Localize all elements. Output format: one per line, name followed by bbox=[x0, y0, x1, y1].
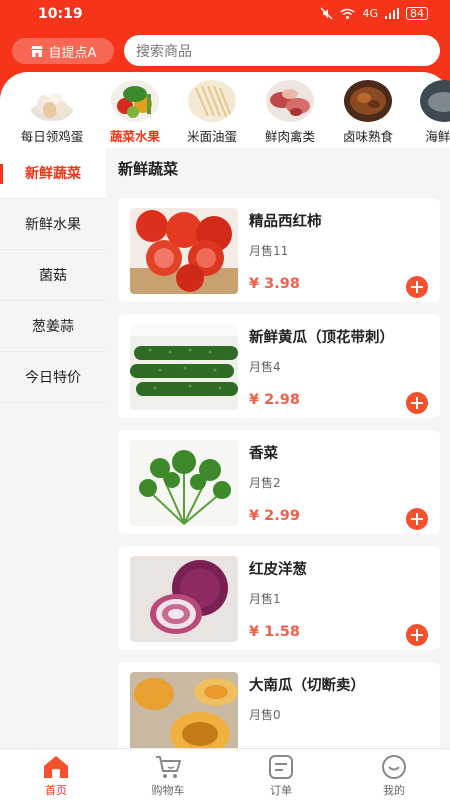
search-input[interactable]: 搜索商品 bbox=[124, 35, 440, 66]
category-item-noodles[interactable]: 米面油蛋 bbox=[172, 80, 252, 144]
category-item-seafood[interactable]: 海鲜水 bbox=[404, 80, 450, 144]
sidebar-item-daily-specials[interactable]: 今日特价 bbox=[0, 352, 106, 403]
cucumber-image bbox=[130, 324, 238, 410]
cart-icon bbox=[156, 756, 181, 778]
vegetables-image bbox=[111, 80, 159, 122]
tab-cart[interactable]: 购物车 bbox=[128, 754, 208, 798]
eggs-image bbox=[28, 80, 76, 122]
plus-icon bbox=[411, 397, 423, 409]
product-card[interactable]: 新鲜黄瓜（顶花带刺） 月售4 ¥ 2.98 bbox=[118, 314, 440, 418]
category-label: 蔬菜水果 bbox=[109, 129, 160, 144]
category-item-braised[interactable]: 卤味熟食 bbox=[328, 80, 408, 144]
add-to-cart-button[interactable] bbox=[406, 276, 428, 298]
status-time: 10:19 bbox=[38, 6, 83, 22]
sidebar-item-mushrooms[interactable]: 菌菇 bbox=[0, 250, 106, 301]
category-item-eggs[interactable]: 每日领鸡蛋 bbox=[12, 80, 92, 144]
product-name: 红皮洋葱 bbox=[249, 562, 307, 578]
bottom-tab-bar: 首页 购物车 订单 我的 bbox=[0, 748, 450, 800]
pickup-point-button[interactable]: 自提点A bbox=[12, 38, 114, 64]
wifi-icon bbox=[341, 8, 355, 19]
add-to-cart-button[interactable] bbox=[406, 508, 428, 530]
coriander-image bbox=[130, 440, 238, 526]
product-sales: 月售4 bbox=[249, 360, 281, 374]
product-name: 大南瓜（切断卖） bbox=[249, 678, 365, 694]
home-icon bbox=[44, 756, 68, 778]
product-price: ¥ 2.99 bbox=[249, 508, 300, 524]
signal-icon bbox=[385, 8, 399, 19]
product-card[interactable]: 香菜 月售2 ¥ 2.99 bbox=[118, 430, 440, 534]
product-price: ¥ 3.98 bbox=[249, 276, 300, 292]
profile-icon bbox=[382, 755, 406, 779]
product-price: ¥ 1.58 bbox=[249, 624, 300, 640]
seafood-image bbox=[420, 80, 450, 122]
product-list: 新鲜蔬菜 精品西红柿 月售11 ¥ 3.98 新鲜黄瓜（顶花带刺） 月售4 ¥ … bbox=[106, 148, 450, 748]
tab-label: 订单 bbox=[270, 784, 292, 797]
status-bar: 10:19 4G 84 bbox=[0, 0, 450, 30]
category-label: 每日领鸡蛋 bbox=[20, 129, 84, 144]
order-icon bbox=[269, 755, 293, 779]
product-sales: 月售2 bbox=[249, 476, 281, 490]
product-card[interactable]: 精品西红柿 月售11 ¥ 3.98 bbox=[118, 198, 440, 302]
pumpkin-image bbox=[130, 672, 238, 748]
category-item-meat[interactable]: 鲜肉禽类 bbox=[250, 80, 330, 144]
store-icon bbox=[30, 45, 43, 57]
network-text: 4G bbox=[362, 7, 378, 20]
category-item-vegetables[interactable]: 蔬菜水果 bbox=[95, 80, 175, 144]
product-card[interactable]: 大南瓜（切断卖） 月售0 bbox=[118, 662, 440, 748]
sidebar: 新鲜蔬菜 新鲜水果 菌菇 葱姜蒜 今日特价 bbox=[0, 148, 106, 748]
product-sales: 月售0 bbox=[249, 708, 281, 722]
braised-image bbox=[344, 80, 392, 122]
sidebar-item-fresh-vegetables[interactable]: 新鲜蔬菜 bbox=[0, 148, 106, 199]
meat-image bbox=[266, 80, 314, 122]
sidebar-item-aromatics[interactable]: 葱姜蒜 bbox=[0, 301, 106, 352]
battery-icon: 84 bbox=[406, 7, 428, 20]
tab-label: 我的 bbox=[383, 784, 405, 797]
product-name: 精品西红柿 bbox=[249, 214, 322, 230]
onion-image bbox=[130, 556, 238, 642]
sidebar-item-fresh-fruit[interactable]: 新鲜水果 bbox=[0, 199, 106, 250]
plus-icon bbox=[411, 281, 423, 293]
product-name: 新鲜黄瓜（顶花带刺） bbox=[249, 330, 394, 346]
add-to-cart-button[interactable] bbox=[406, 624, 428, 646]
tab-home[interactable]: 首页 bbox=[16, 754, 96, 798]
pickup-point-label: 自提点A bbox=[48, 45, 97, 61]
product-sales: 月售11 bbox=[249, 244, 289, 258]
product-card[interactable]: 红皮洋葱 月售1 ¥ 1.58 bbox=[118, 546, 440, 650]
tab-profile[interactable]: 我的 bbox=[354, 754, 434, 798]
category-label: 鲜肉禽类 bbox=[264, 129, 315, 144]
product-name: 香菜 bbox=[249, 446, 278, 462]
plus-icon bbox=[411, 629, 423, 641]
category-label: 卤味熟食 bbox=[342, 129, 393, 144]
tab-label: 首页 bbox=[45, 784, 67, 797]
tomato-image bbox=[130, 208, 238, 294]
product-price: ¥ 2.98 bbox=[249, 392, 300, 408]
noodles-image bbox=[188, 80, 236, 122]
product-sales: 月售1 bbox=[249, 592, 281, 606]
add-to-cart-button[interactable] bbox=[406, 392, 428, 414]
category-label: 海鲜水 bbox=[425, 129, 450, 144]
category-row: 每日领鸡蛋 蔬菜水果 米面油蛋 鲜肉禽类 卤味熟食 海鲜水 bbox=[0, 80, 450, 144]
section-title: 新鲜蔬菜 bbox=[106, 148, 450, 188]
plus-icon bbox=[411, 513, 423, 525]
mute-icon bbox=[321, 7, 333, 20]
category-label: 米面油蛋 bbox=[186, 129, 237, 144]
tab-label: 购物车 bbox=[151, 784, 185, 797]
status-icons: 4G 84 bbox=[320, 7, 428, 20]
tab-orders[interactable]: 订单 bbox=[241, 754, 321, 798]
